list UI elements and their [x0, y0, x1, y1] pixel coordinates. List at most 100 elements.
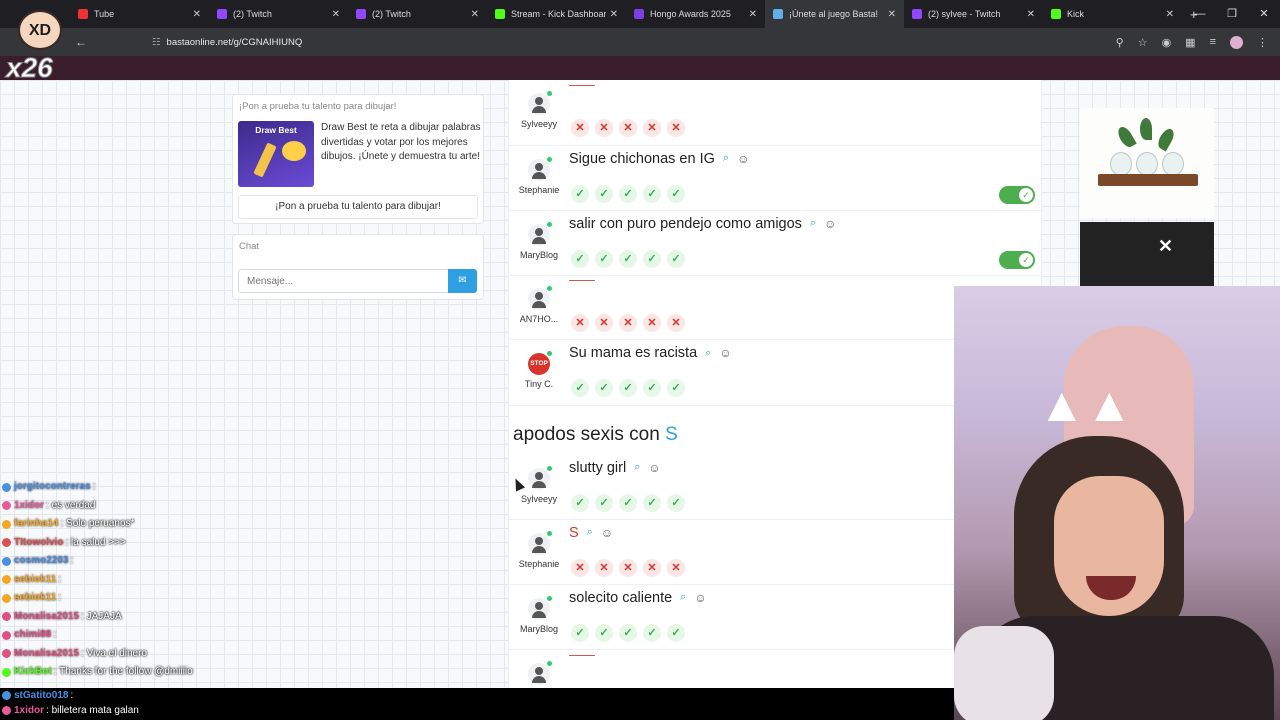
emoji-icon[interactable]: ☺	[824, 217, 836, 231]
bookmark-star-icon[interactable]: ☆	[1138, 36, 1148, 49]
cross-icon[interactable]: ✕	[595, 119, 613, 137]
menu-icon[interactable]: ⋮	[1257, 36, 1268, 49]
tab-close-icon[interactable]: ✕	[610, 9, 618, 20]
check-icon[interactable]: ✓	[667, 493, 685, 512]
tab-close-icon[interactable]: ✕	[1027, 9, 1035, 20]
browser-tab[interactable]: ¡Únete al juego Basta! ✕	[765, 0, 904, 28]
check-icon[interactable]: ✓	[667, 379, 685, 397]
tab-close-icon[interactable]: ✕	[749, 9, 757, 20]
check-icon[interactable]: ✓	[571, 379, 589, 397]
tab-close-icon[interactable]: ✕	[193, 9, 201, 20]
chat-line: sebiok11:	[2, 589, 262, 608]
extension-icon[interactable]: ◉	[1162, 36, 1172, 49]
emoji-icon[interactable]: ☺	[737, 152, 749, 166]
chat-message: :	[58, 592, 62, 603]
search-icon[interactable]: ⌕	[723, 152, 729, 165]
draw-best-thumbnail[interactable]: Draw Best	[238, 121, 314, 187]
browser-tab[interactable]: Hongo Awards 2025 ✕	[626, 0, 765, 28]
check-icon[interactable]: ✓	[619, 249, 637, 268]
cross-icon[interactable]: ✕	[571, 314, 589, 332]
check-icon[interactable]: ✓	[643, 623, 661, 642]
check-icon[interactable]: ✓	[619, 184, 637, 203]
cross-icon[interactable]: ✕	[667, 119, 685, 137]
online-dot	[547, 465, 552, 471]
media-icon[interactable]: ≡	[1210, 36, 1216, 48]
tab-close-icon[interactable]: ✕	[471, 9, 479, 20]
emoji-icon[interactable]: ☺	[648, 461, 660, 475]
check-icon[interactable]: ✓	[643, 249, 661, 268]
online-dot	[547, 530, 552, 536]
cross-icon[interactable]: ✕	[643, 314, 661, 332]
check-icon[interactable]: ✓	[667, 623, 685, 642]
browser-tools: ⚲ ☆ ◉ ▦ ≡ ⋮	[1116, 35, 1268, 49]
check-icon[interactable]: ✓	[595, 184, 613, 203]
browser-tab[interactable]: Stream - Kick Dashboard ✕	[487, 0, 626, 28]
minimize-icon[interactable]: —	[1184, 0, 1216, 28]
search-icon[interactable]: ⌕	[587, 526, 593, 539]
cross-icon[interactable]: ✕	[667, 314, 685, 332]
browser-tab[interactable]: (2) Twitch ✕	[348, 0, 487, 28]
cross-icon[interactable]: ✕	[571, 558, 589, 577]
send-icon[interactable]: ✉	[448, 269, 477, 293]
site-info-icon[interactable]: ☷	[152, 37, 161, 48]
tab-close-icon[interactable]: ✕	[1166, 9, 1174, 20]
cross-icon[interactable]: ✕	[643, 119, 661, 137]
browser-tab[interactable]: (2) sylvee - Twitch ✕	[904, 0, 1043, 28]
check-icon[interactable]: ✓	[619, 623, 637, 642]
puzzle-icon[interactable]: ▦	[1185, 36, 1195, 49]
check-icon[interactable]: ✓	[571, 623, 589, 642]
profile-avatar[interactable]	[1230, 35, 1243, 49]
cross-icon[interactable]: ✕	[595, 314, 613, 332]
clothing-ad[interactable]: ✕	[1080, 222, 1214, 288]
browser-tab[interactable]: Tube ✕	[70, 0, 209, 28]
check-icon[interactable]: ✓	[643, 493, 661, 512]
check-icon[interactable]: ✓	[571, 249, 589, 268]
check-icon[interactable]: ✓	[643, 379, 661, 397]
check-icon[interactable]: ✓	[571, 184, 589, 203]
check-icon[interactable]: ✓	[643, 184, 661, 203]
browser-tab[interactable]: (2) Twitch ✕	[209, 0, 348, 28]
search-icon[interactable]: ⌕	[634, 461, 640, 474]
emoji-icon[interactable]: ☺	[694, 591, 706, 605]
check-icon[interactable]: ✓	[667, 184, 685, 203]
cross-icon[interactable]: ✕	[619, 558, 637, 577]
cross-icon[interactable]: ✕	[667, 558, 685, 577]
cross-icon[interactable]: ✕	[595, 558, 613, 577]
check-icon[interactable]: ✓	[667, 249, 685, 268]
promo-button[interactable]: ¡Pon a prueba tu talento para dibujar!	[238, 195, 478, 219]
cross-icon[interactable]: ✕	[619, 314, 637, 332]
search-icon[interactable]: ⌕	[680, 591, 686, 604]
url-field[interactable]: ☷ bastaonline.net/g/CGNAIHIUNQ	[152, 37, 1116, 48]
close-ad-icon[interactable]: ✕	[1158, 236, 1173, 257]
tab-close-icon[interactable]: ✕	[888, 9, 896, 20]
restore-icon[interactable]: ❐	[1216, 0, 1248, 28]
cross-icon[interactable]: ✕	[643, 558, 661, 577]
browser-tab[interactable]: Kick ✕	[1043, 0, 1182, 28]
chat-message: :	[53, 629, 57, 640]
plant-ad[interactable]	[1080, 108, 1214, 218]
check-icon[interactable]: ✓	[595, 379, 613, 397]
emoji-icon[interactable]: ☺	[719, 346, 731, 360]
search-icon[interactable]: ⌕	[705, 347, 711, 360]
check-icon[interactable]: ✓	[595, 493, 613, 512]
close-window-icon[interactable]: ✕	[1248, 0, 1280, 28]
cross-icon[interactable]: ✕	[619, 119, 637, 137]
check-icon[interactable]: ✓	[571, 493, 589, 512]
check-icon[interactable]: ✓	[619, 379, 637, 397]
check-icon[interactable]: ✓	[619, 493, 637, 512]
player: STOP Tiny C.	[513, 351, 565, 389]
chat-username: sebiok11	[14, 573, 57, 585]
tab-close-icon[interactable]: ✕	[332, 9, 340, 20]
cross-icon[interactable]: ✕	[571, 119, 589, 137]
zoom-icon[interactable]: ⚲	[1116, 36, 1124, 49]
chat-message: : Thanks for the follow @dmiiiio	[53, 666, 193, 677]
chat-input[interactable]	[238, 269, 450, 293]
user-badge-icon	[2, 612, 11, 622]
check-icon[interactable]: ✓	[595, 623, 613, 642]
validity-toggle[interactable]: ✓	[999, 185, 1035, 204]
emoji-icon[interactable]: ☺	[601, 526, 613, 540]
validity-toggle[interactable]: ✓	[999, 250, 1035, 269]
search-icon[interactable]: ⌕	[810, 217, 816, 230]
toggle-check-icon: ✓	[1019, 252, 1033, 267]
check-icon[interactable]: ✓	[595, 249, 613, 268]
